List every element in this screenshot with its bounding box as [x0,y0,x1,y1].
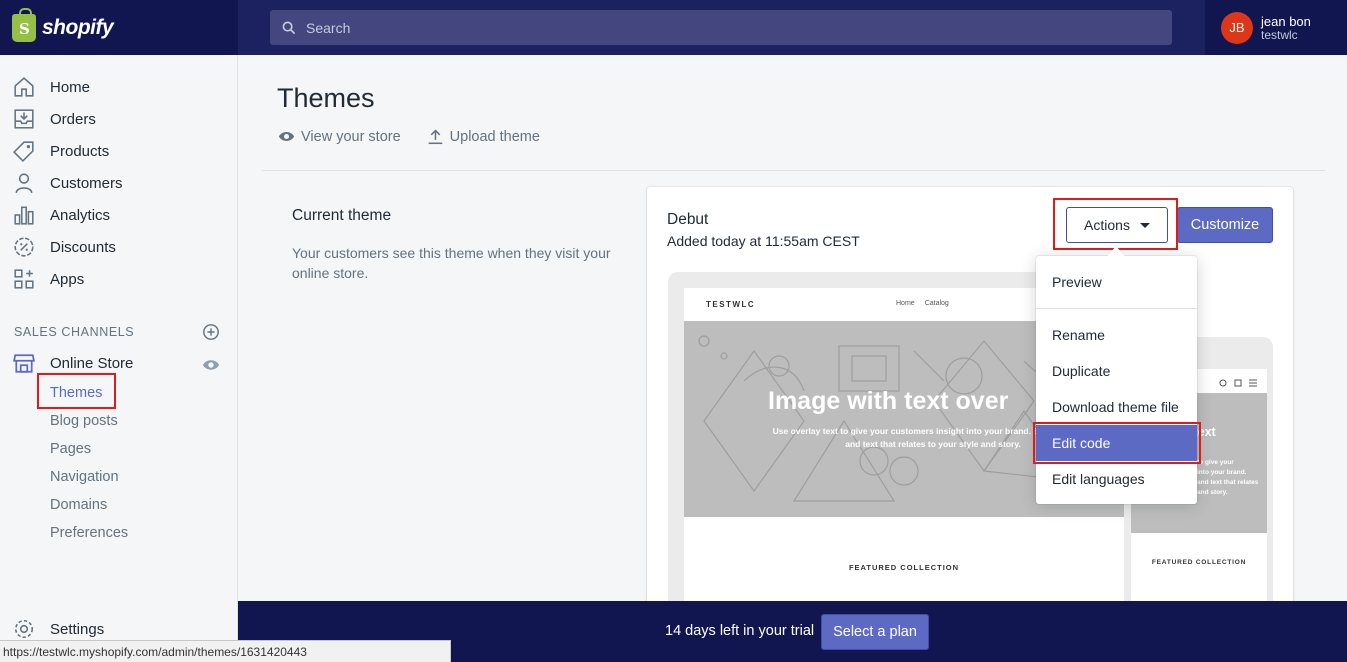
search-input[interactable] [306,19,1106,36]
store-icon [12,351,36,375]
preview-featured-collection: FEATURED COLLECTION [848,563,960,572]
search-icon [282,21,296,34]
sales-channels-label: SALES CHANNELS [14,325,135,339]
gear-icon [12,617,36,641]
menu-item-download-theme-file[interactable]: Download theme file [1036,389,1197,425]
view-store-link[interactable]: View your store [278,128,401,145]
sidebar-item-apps[interactable]: Apps [12,265,84,293]
sidebar-subitem-pages[interactable]: Pages [50,441,91,457]
sidebar-item-label: Online Store [50,354,134,372]
avatar: JB [1221,11,1253,44]
sidebar-item-label: Analytics [50,206,111,224]
shopify-bag-icon [12,7,36,42]
divider [262,170,1325,171]
user-name: jean bon [1261,13,1311,29]
menu-item-edit-languages[interactable]: Edit languages [1036,461,1197,497]
browser-status-url: https://testwlc.myshopify.com/admin/them… [0,640,451,662]
highlight-box-themes [37,373,116,409]
mobile-preview-subtitle: to give your into your brand. and text t… [1197,459,1259,496]
sidebar-item-home[interactable]: Home [12,73,90,101]
sidebar-subitem-blog-posts[interactable]: Blog posts [50,413,118,429]
theme-name: Debut [667,211,709,228]
preview-logo: TESTWLC [706,300,756,309]
theme-added-date: Added today at 11:55am CEST [667,233,860,249]
search-bar[interactable] [270,10,1172,45]
preview-nav-home: Home [896,300,915,307]
trial-text: 14 days left in your trial [665,623,815,639]
menu-item-duplicate[interactable]: Duplicate [1036,353,1197,389]
highlight-box-actions [1053,198,1178,250]
discount-icon [12,235,36,259]
shopify-logo[interactable]: shopify [0,0,238,55]
sidebar-item-label: Orders [50,110,96,128]
sidebar-item-label: Products [50,142,110,160]
shop-name: testwlc [1261,27,1298,42]
menu-item-preview[interactable]: Preview [1036,264,1197,300]
sidebar-item-label: Home [50,78,91,96]
eye-icon[interactable] [202,356,220,374]
highlight-box-edit-code [1033,422,1201,464]
sidebar-subitem-domains[interactable]: Domains [50,497,107,513]
current-theme-description: Your customers see this theme when they … [292,245,611,281]
sidebar-subitem-preferences[interactable]: Preferences [50,525,128,541]
upload-theme-link[interactable]: Upload theme [427,128,540,145]
tag-icon [12,139,36,163]
customize-button[interactable]: Customize [1177,207,1273,243]
current-theme-heading: Current theme [292,207,392,224]
user-menu[interactable]: JB jean bon testwlc [1205,0,1347,55]
mobile-preview-featured: FEATURED COLLECTION [1151,559,1247,566]
person-icon [12,171,36,195]
sidebar: Home Orders Products Customers Analytics… [0,55,238,662]
top-bar: shopify JB jean bon testwlc [0,0,1347,55]
sidebar-item-label: Customers [50,174,123,192]
view-store-label: View your store [301,128,401,145]
sidebar-item-products[interactable]: Products [12,137,109,165]
preview-nav-catalog: Catalog [924,300,949,307]
sidebar-subitem-navigation[interactable]: Navigation [50,469,119,485]
sidebar-item-orders[interactable]: Orders [12,105,96,133]
page-title: Themes [277,83,375,113]
preview-hero-title: Image with text over [768,387,1009,415]
sidebar-item-label: Apps [50,270,85,288]
menu-item-rename[interactable]: Rename [1036,317,1197,353]
sidebar-item-settings[interactable]: Settings [12,615,104,643]
page-actions: View your store Upload theme [278,128,540,145]
menu-divider [1036,308,1197,309]
orders-icon [12,107,36,131]
add-channel-icon[interactable] [202,323,220,341]
upload-icon [428,129,442,145]
sidebar-item-customers[interactable]: Customers [12,169,123,197]
apps-icon [12,267,36,291]
sidebar-item-discounts[interactable]: Discounts [12,233,116,261]
preview-nav: Home Catalog [896,300,949,307]
bar-chart-icon [12,203,36,227]
actions-dropdown-menu: Preview Rename Duplicate Download theme … [1036,256,1197,504]
sidebar-item-label: Discounts [50,238,116,256]
upload-theme-label: Upload theme [449,128,540,145]
select-plan-button[interactable]: Select a plan [821,614,929,650]
brand-name: shopify [42,15,114,39]
sidebar-item-label: Settings [50,620,105,638]
home-icon [12,75,36,99]
eye-icon [278,132,295,141]
sidebar-item-analytics[interactable]: Analytics [12,201,110,229]
